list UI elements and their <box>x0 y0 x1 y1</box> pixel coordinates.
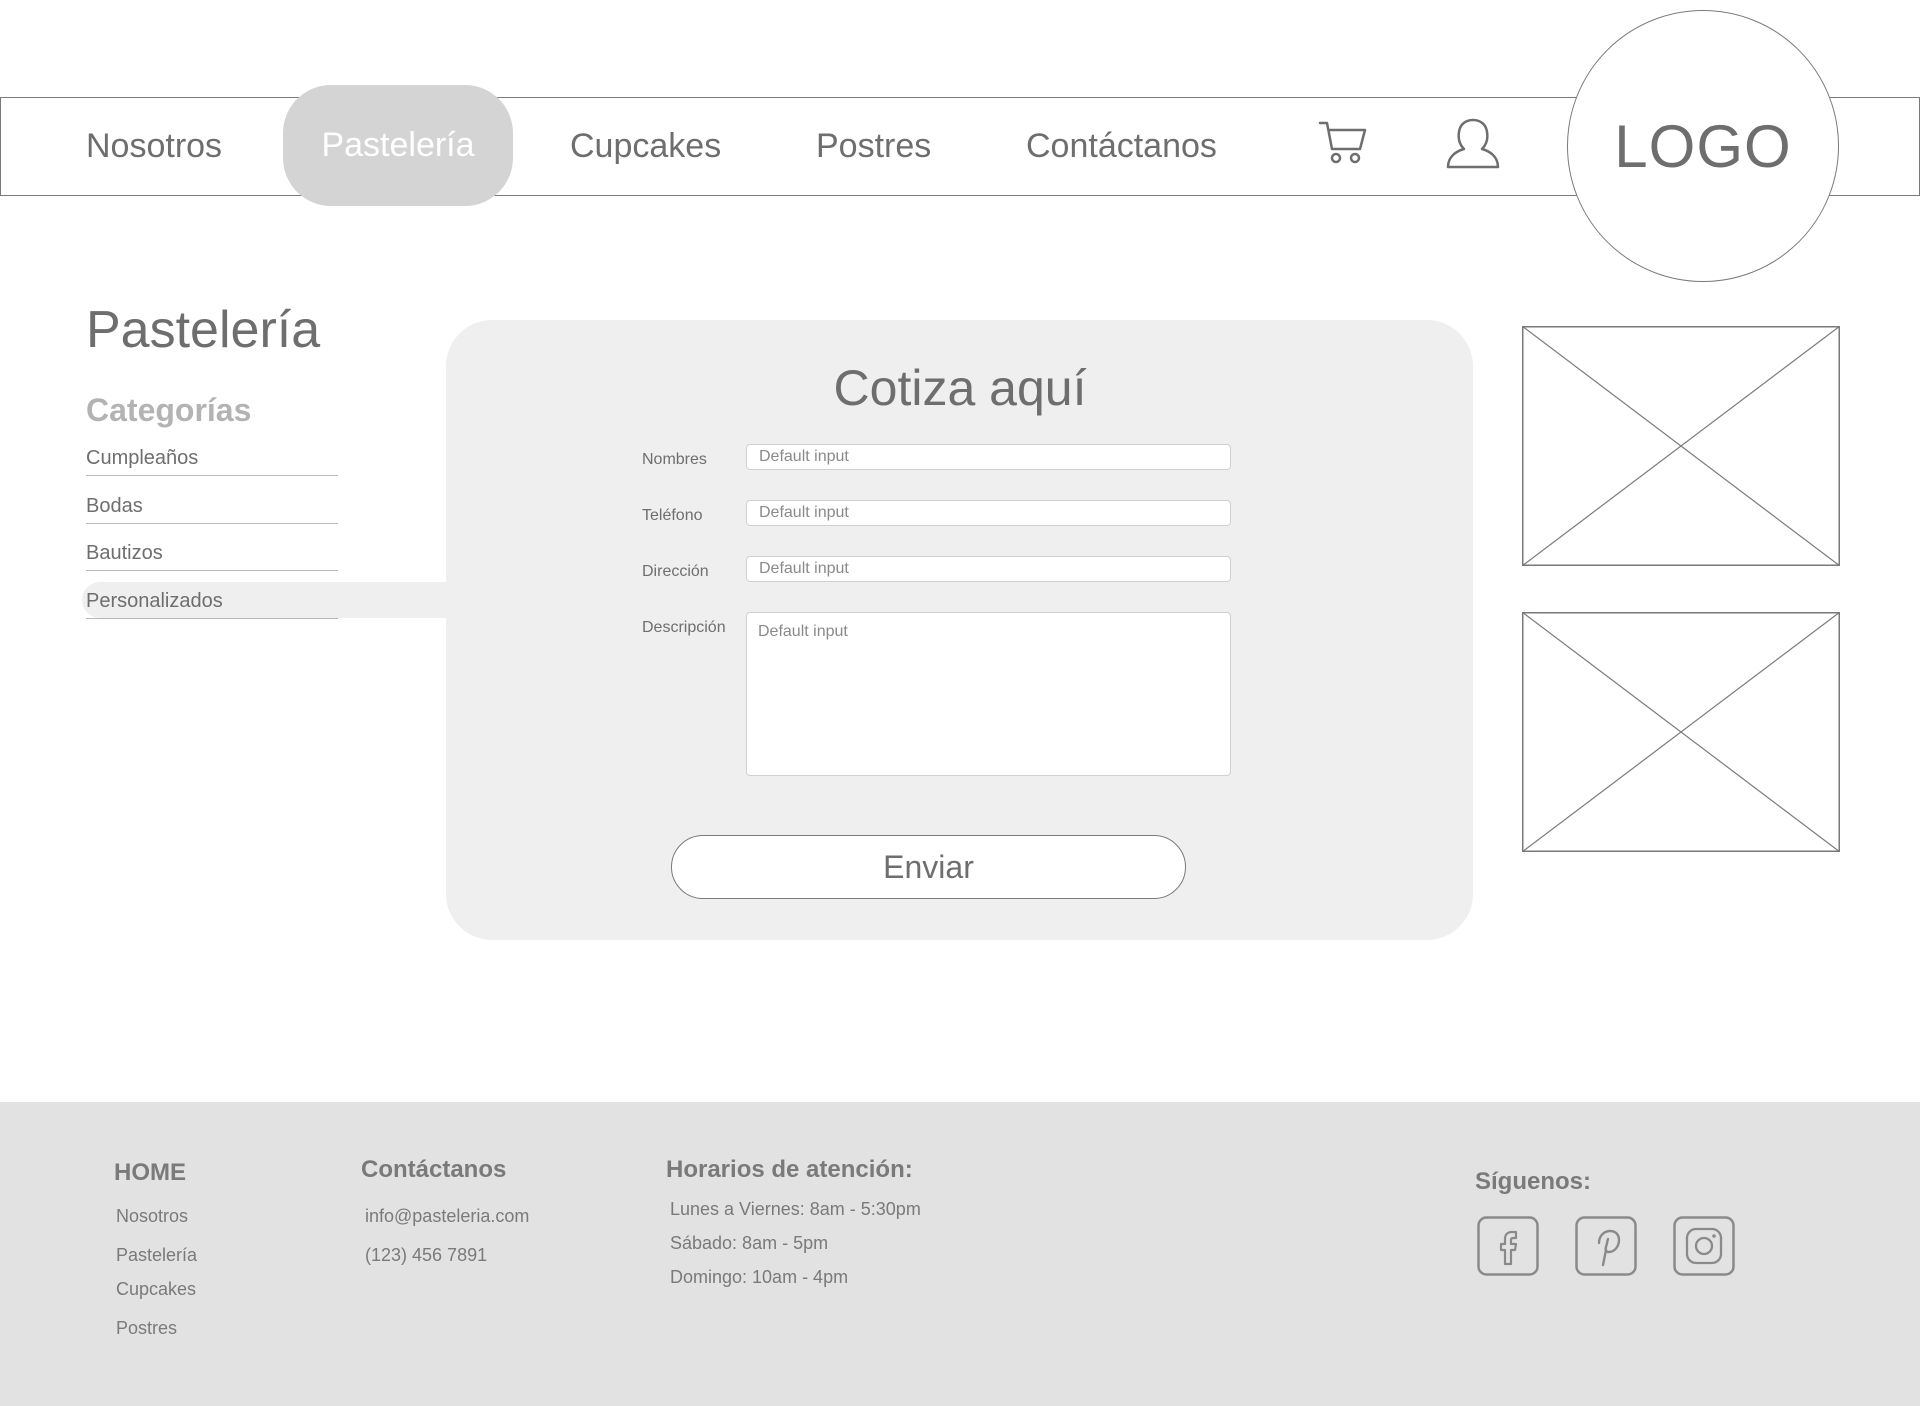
direccion-input[interactable] <box>746 556 1231 582</box>
cart-icon[interactable] <box>1318 118 1368 166</box>
footer-hours-title: Horarios de atención: <box>666 1156 913 1183</box>
instagram-icon[interactable] <box>1673 1216 1735 1276</box>
enviar-button[interactable]: Enviar <box>671 835 1186 899</box>
nav-item-pasteleria-label: Pastelería <box>321 126 475 164</box>
telefono-input[interactable] <box>746 500 1231 526</box>
category-bautizos[interactable]: Bautizos <box>86 541 338 571</box>
nav-item-postres[interactable]: Postres <box>816 126 931 166</box>
footer-contact-title: Contáctanos <box>361 1156 507 1183</box>
nav-item-nosotros[interactable]: Nosotros <box>86 126 222 166</box>
footer-home-title[interactable]: HOME <box>114 1159 186 1187</box>
user-icon[interactable] <box>1445 118 1501 170</box>
footer-hours-saturday: Sábado: 8am - 5pm <box>670 1233 829 1253</box>
footer-phone[interactable]: (123) 456 7891 <box>365 1244 487 1266</box>
nombres-input[interactable] <box>746 444 1231 470</box>
image-placeholder <box>1522 612 1840 852</box>
category-personalizados[interactable]: Personalizados <box>86 589 338 619</box>
logo[interactable]: LOGO <box>1567 10 1839 282</box>
descripcion-textarea[interactable] <box>746 612 1231 776</box>
label-direccion: Dirección <box>642 563 709 580</box>
footer-email[interactable]: info@pasteleria.com <box>365 1205 529 1227</box>
nav-item-contactanos[interactable]: Contáctanos <box>1026 126 1217 166</box>
label-nombres: Nombres <box>642 451 707 468</box>
footer-social-title: Síguenos: <box>1475 1168 1592 1195</box>
pinterest-icon[interactable] <box>1575 1216 1637 1276</box>
facebook-icon[interactable] <box>1477 1216 1539 1276</box>
label-telefono: Teléfono <box>642 507 703 524</box>
label-descripcion: Descripción <box>642 619 726 636</box>
footer-hours-sunday: Domingo: 10am - 4pm <box>670 1267 849 1287</box>
footer-link-postres[interactable]: Postres <box>116 1317 177 1339</box>
footer-link-pasteleria[interactable]: Pastelería <box>116 1244 197 1266</box>
category-cumpleanos[interactable]: Cumpleaños <box>86 446 338 476</box>
nav-item-cupcakes[interactable]: Cupcakes <box>570 126 721 166</box>
footer-link-nosotros[interactable]: Nosotros <box>116 1205 188 1227</box>
image-placeholder <box>1522 326 1840 566</box>
footer-hours-weekdays: Lunes a Viernes: 8am - 5:30pm <box>670 1199 921 1219</box>
footer-link-cupcakes[interactable]: Cupcakes <box>116 1278 196 1300</box>
category-bodas[interactable]: Bodas <box>86 494 338 524</box>
page-title: Pastelería <box>86 301 321 359</box>
nav-item-pasteleria[interactable]: Pastelería <box>283 85 513 206</box>
